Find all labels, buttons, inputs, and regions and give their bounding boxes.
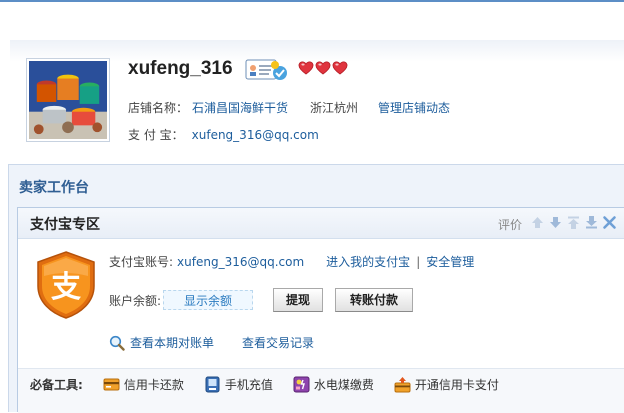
- shop-avatar[interactable]: [26, 58, 110, 142]
- seller-username[interactable]: xufeng_316: [128, 58, 233, 80]
- alipay-logo-icon: 支: [37, 251, 95, 319]
- tool-mobile-topup[interactable]: 手机充值: [204, 376, 273, 393]
- shop-location: 浙江杭州: [310, 101, 359, 115]
- tool-label: 信用卡还款: [123, 378, 184, 392]
- move-top-icon[interactable]: [566, 215, 581, 230]
- shop-info-row: 店铺名称： 石浦昌国海鲜干货 浙江杭州 管理店铺动态: [128, 99, 450, 116]
- move-down-icon[interactable]: [548, 215, 563, 230]
- magnifier-icon: [109, 335, 125, 351]
- tool-utility-bill[interactable]: 水电煤缴费: [293, 376, 374, 393]
- rate-link[interactable]: 评价: [498, 216, 522, 233]
- close-icon[interactable]: [602, 215, 617, 230]
- alipay-info-row: 支 付 宝： xufeng_316@qq.com: [128, 126, 319, 143]
- move-bottom-icon[interactable]: [584, 215, 599, 230]
- tool-label: 水电煤缴费: [313, 378, 374, 392]
- show-balance-link[interactable]: 显示余额: [163, 290, 254, 310]
- account-label: 支付宝账号:: [109, 255, 174, 269]
- tools-label: 必备工具:: [30, 378, 83, 392]
- move-up-icon[interactable]: [530, 215, 545, 230]
- svg-text:支: 支: [51, 270, 81, 305]
- alipay-label: 支 付 宝：: [128, 128, 184, 142]
- mobile-phone-icon: [205, 376, 220, 393]
- utility-bill-icon: [293, 376, 310, 393]
- balance-label: 账户余额:: [109, 293, 162, 308]
- view-records-link[interactable]: 查看交易记录: [242, 334, 314, 351]
- shop-name-label: 店铺名称：: [128, 101, 189, 115]
- credit-card-payment-icon: [394, 377, 411, 393]
- tool-enable-credit-card-payment[interactable]: 开通信用卡支付: [394, 376, 499, 393]
- manage-shop-link[interactable]: 管理店铺动态: [378, 99, 450, 116]
- statement-links-row: 查看本期对账单 查看交易记录: [109, 334, 314, 351]
- account-email: xufeng_316@qq.com: [177, 254, 305, 269]
- credit-card-icon: [103, 378, 120, 391]
- top-border: [0, 0, 624, 2]
- tools-row: 必备工具: 信用卡还款 手机充值 水电煤缴费 开通信用卡支付: [30, 376, 499, 393]
- tool-label: 手机充值: [224, 378, 273, 392]
- heart-icon: [298, 61, 314, 75]
- id-verified-icon[interactable]: [245, 59, 289, 81]
- workbench-title: 卖家工作台: [19, 180, 89, 196]
- alipay-account-row: 支付宝账号: xufeng_316@qq.com 进入我的支付宝 | 安全管理: [109, 253, 474, 270]
- withdraw-button[interactable]: 提现: [273, 288, 324, 312]
- shop-name-link[interactable]: 石浦昌国海鲜干货: [192, 99, 288, 116]
- view-statement-link[interactable]: 查看本期对账单: [130, 334, 214, 351]
- balance-row: 账户余额: 显示余额 提现 转账付款: [109, 288, 414, 312]
- tool-label: 开通信用卡支付: [414, 378, 499, 392]
- shop-avatar-image: [29, 61, 107, 139]
- alipay-panel-title: 支付宝专区: [30, 217, 100, 233]
- transfer-button[interactable]: 转账付款: [335, 288, 414, 312]
- seller-credit-hearts: [298, 60, 348, 75]
- link-separator: |: [416, 254, 421, 269]
- panel-controls: [530, 215, 617, 230]
- enter-alipay-link[interactable]: 进入我的支付宝: [326, 253, 410, 270]
- alipay-email-link[interactable]: xufeng_316@qq.com: [192, 128, 319, 142]
- heart-icon: [315, 61, 331, 75]
- tool-credit-card-repayment[interactable]: 信用卡还款: [103, 376, 184, 393]
- security-management-link[interactable]: 安全管理: [426, 253, 474, 270]
- heart-icon: [332, 61, 348, 75]
